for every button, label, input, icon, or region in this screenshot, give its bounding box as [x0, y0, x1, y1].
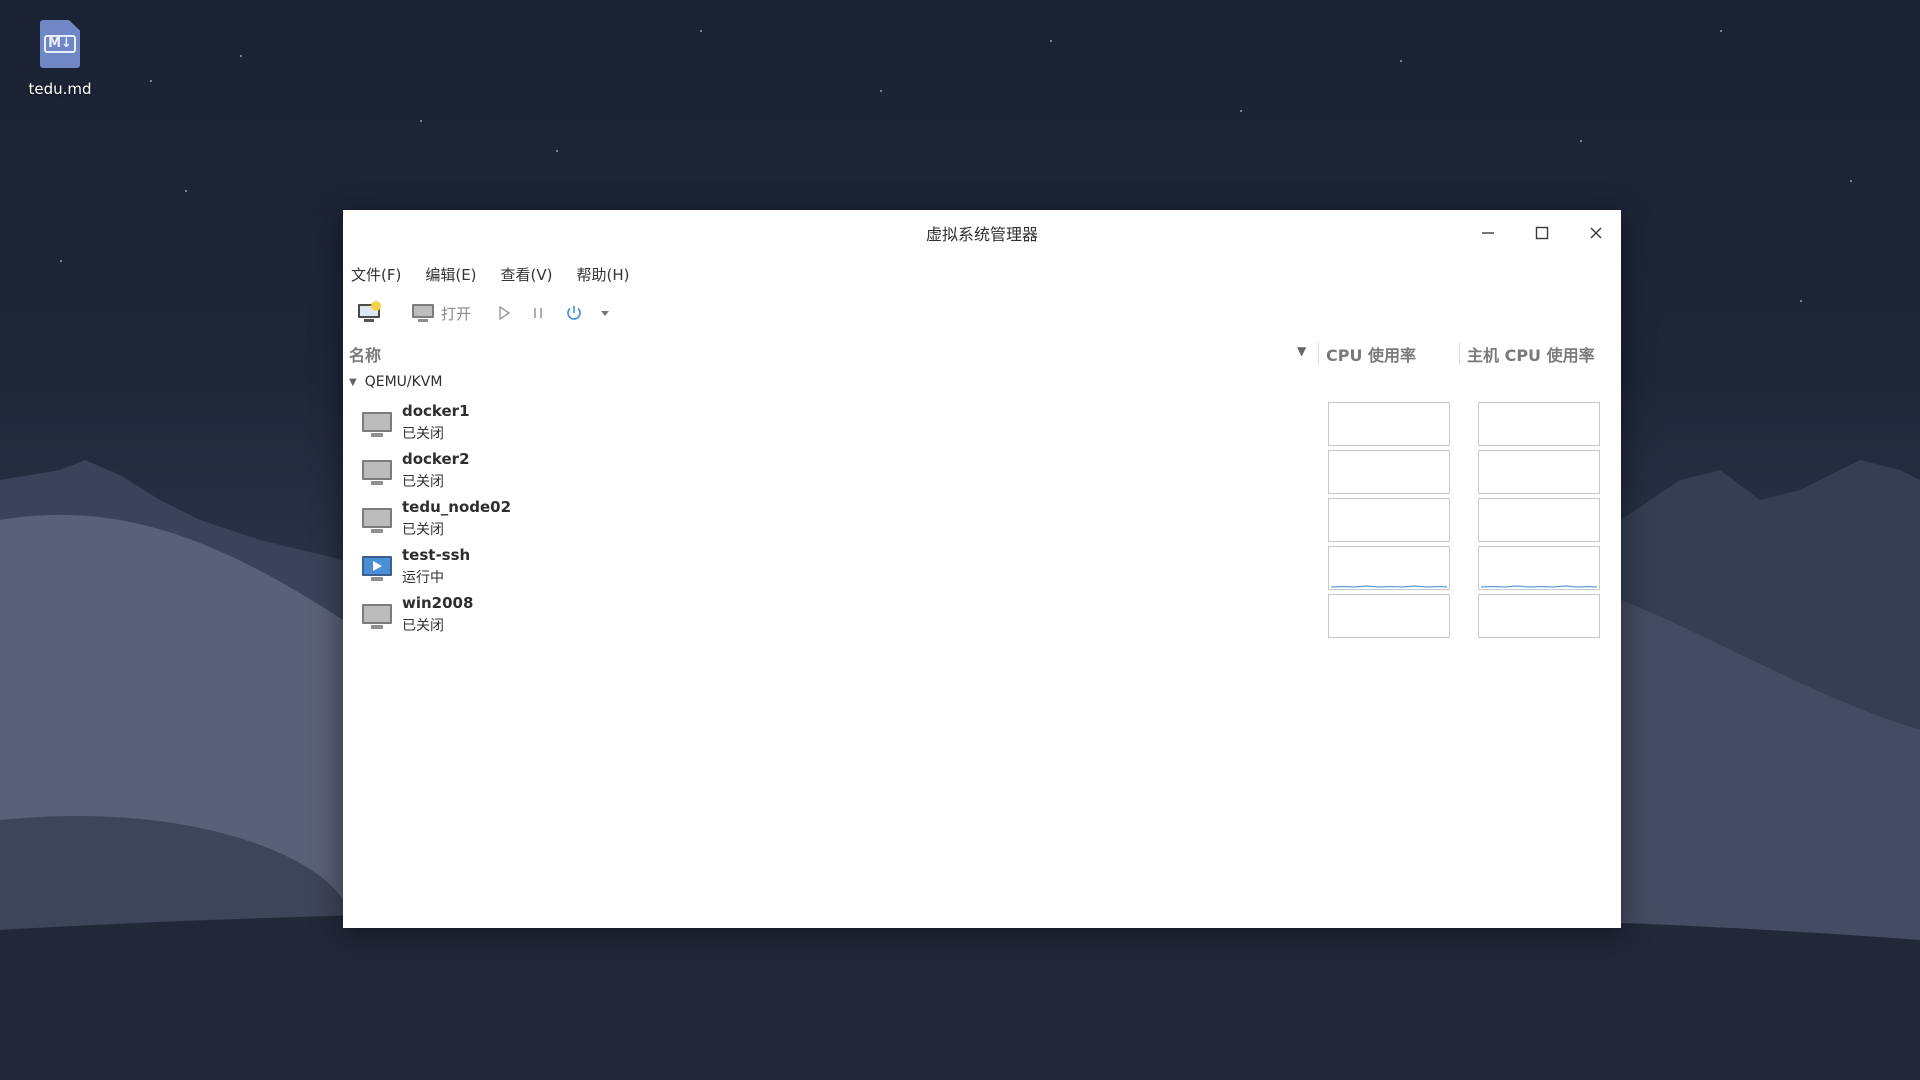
host-cpu-usage-graph: [1478, 498, 1600, 542]
host-cpu-usage-graph: [1478, 450, 1600, 494]
pause-button[interactable]: [525, 298, 551, 328]
maximize-button[interactable]: [1522, 218, 1562, 248]
vm-name: test-ssh: [402, 546, 471, 564]
table-header: 名称 ▼ CPU 使用率 主机 CPU 使用率: [343, 338, 1621, 368]
connection-label: QEMU/KVM: [364, 374, 443, 390]
vm-off-icon: [362, 508, 392, 533]
close-icon: [1590, 227, 1602, 239]
menu-file[interactable]: 文件(F): [347, 264, 405, 288]
shutdown-menu-button[interactable]: [593, 298, 617, 328]
table-row[interactable]: test-ssh 运行中: [343, 544, 1621, 592]
menu-view[interactable]: 查看(V): [497, 264, 557, 288]
sort-dropdown-icon[interactable]: ▼: [1297, 344, 1306, 358]
vm-status: 已关闭: [402, 522, 444, 538]
column-header-host-cpu[interactable]: 主机 CPU 使用率: [1467, 342, 1595, 366]
vm-name: win2008: [402, 594, 474, 612]
vm-name: tedu_node02: [402, 498, 512, 516]
vm-status: 已关闭: [402, 426, 444, 442]
desktop-file-tedu-md[interactable]: M↓ tedu.md: [22, 20, 98, 98]
title-bar[interactable]: 虚拟系统管理器: [343, 210, 1621, 256]
close-button[interactable]: [1576, 218, 1616, 248]
maximize-icon: [1535, 226, 1549, 240]
vm-running-icon: [362, 556, 392, 581]
open-button-label: 打开: [441, 304, 472, 323]
run-button[interactable]: [491, 298, 517, 328]
toolbar: 打开: [351, 298, 617, 328]
menu-edit[interactable]: 编辑(E): [421, 264, 480, 288]
menu-bar: 文件(F) 编辑(E) 查看(V) 帮助(H): [347, 264, 633, 288]
cpu-usage-graph: [1328, 402, 1450, 446]
column-divider: [1459, 342, 1460, 364]
run-icon: [499, 306, 511, 320]
new-vm-button[interactable]: [351, 298, 389, 328]
vm-status: 已关闭: [402, 474, 444, 490]
cpu-usage-graph: [1328, 594, 1450, 638]
markdown-badge: M↓: [44, 35, 76, 53]
virt-manager-window: 虚拟系统管理器 文件(F) 编辑(E) 查看(V) 帮助(H) 打开 名称 ▼ …: [343, 210, 1621, 928]
table-row[interactable]: tedu_node02 已关闭: [343, 496, 1621, 544]
column-header-name[interactable]: 名称: [349, 342, 381, 366]
open-button[interactable]: 打开: [405, 298, 477, 328]
host-cpu-usage-graph: [1478, 546, 1600, 590]
desktop-file-label: tedu.md: [28, 80, 92, 98]
vm-name: docker1: [402, 402, 470, 420]
menu-help[interactable]: 帮助(H): [573, 264, 634, 288]
column-header-cpu[interactable]: CPU 使用率: [1326, 342, 1416, 366]
column-divider: [1318, 342, 1319, 364]
vm-off-icon: [362, 604, 392, 629]
cpu-usage-graph: [1328, 450, 1450, 494]
minimize-button[interactable]: [1468, 218, 1508, 248]
host-cpu-usage-graph: [1478, 402, 1600, 446]
shutdown-icon: [567, 306, 581, 320]
dropdown-arrow-icon: [601, 311, 610, 316]
vm-off-icon: [362, 412, 392, 437]
connection-group-qemu-kvm[interactable]: ▼ QEMU/KVM: [349, 372, 442, 392]
window-title: 虚拟系统管理器: [925, 225, 1038, 244]
cpu-usage-graph: [1328, 498, 1450, 542]
vm-status: 已关闭: [402, 618, 444, 634]
expand-triangle-icon[interactable]: ▼: [349, 377, 357, 388]
table-row[interactable]: docker2 已关闭: [343, 448, 1621, 496]
shutdown-button[interactable]: [559, 298, 589, 328]
vm-status: 运行中: [402, 570, 444, 586]
vm-name: docker2: [402, 450, 470, 468]
cpu-usage-graph: [1328, 546, 1450, 590]
cpu-usage-line: [1330, 585, 1448, 588]
host-cpu-usage-graph: [1478, 594, 1600, 638]
table-row[interactable]: win2008 已关闭: [343, 592, 1621, 640]
minimize-icon: [1482, 232, 1494, 234]
open-console-icon: [412, 304, 434, 322]
vm-off-icon: [362, 460, 392, 485]
new-vm-icon: [358, 301, 381, 322]
markdown-file-icon: M↓: [40, 20, 80, 68]
host-cpu-usage-line: [1480, 585, 1598, 588]
pause-icon: [534, 308, 542, 318]
table-row[interactable]: docker1 已关闭: [343, 400, 1621, 448]
